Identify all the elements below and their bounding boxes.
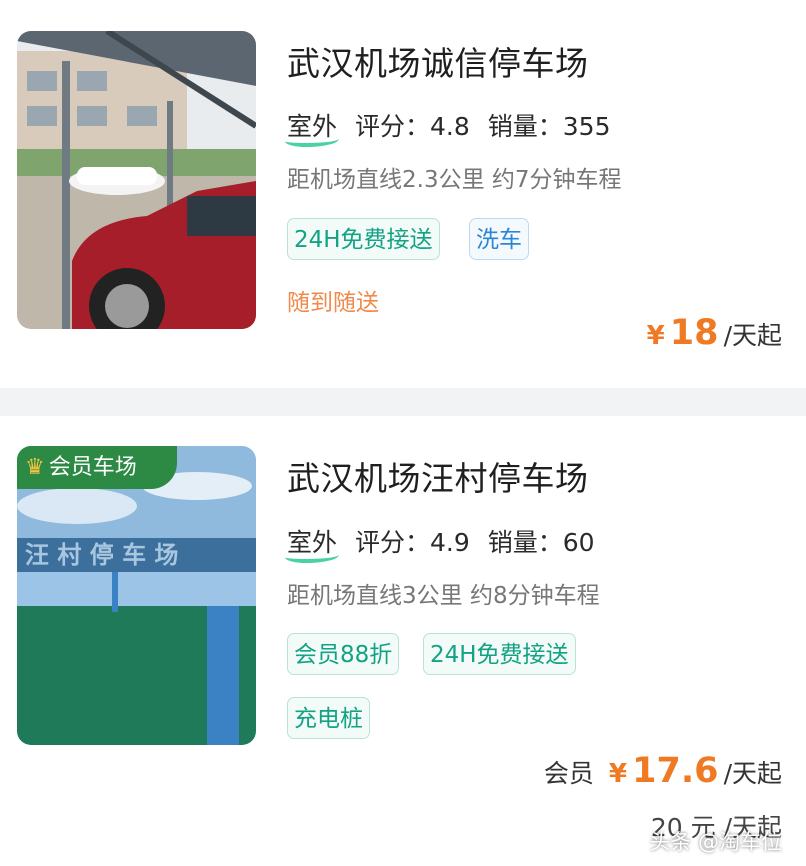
member-price-display: 会员 ¥ 17.6 /天起 <box>544 751 782 791</box>
parking-listing-card[interactable]: 武汉机场诚信停车场 室外 评分：4.8 销量：355 距机场直线2.3公里 约7分钟… <box>0 0 806 388</box>
svg-text:汪 村 停 车 场: 汪 村 停 车 场 <box>25 541 178 569</box>
tag-charging-pile: 充电桩 <box>287 697 370 739</box>
parking-listing-card[interactable]: 汪 村 停 车 场 ♛ 会员车场 武汉机场汪村停车场 室外 评分：4.9 销量：60 … <box>0 416 806 866</box>
price-value: 18 <box>669 313 719 353</box>
outdoor-type-label: 室外 <box>285 107 339 147</box>
member-lot-badge: ♛ 会员车场 <box>17 446 177 489</box>
promo-text: 随到随送 <box>287 290 379 316</box>
price-value: 17.6 <box>632 751 719 791</box>
price-display: ¥ 18 /天起 <box>647 313 782 353</box>
tag-free-shuttle: 24H免费接送 <box>287 218 440 260</box>
tag-car-wash: 洗车 <box>469 218 529 260</box>
rating-label: 评分：4.8 <box>355 112 470 141</box>
parking-lot-photo <box>17 31 256 329</box>
price-unit: /天起 <box>723 759 782 788</box>
rating-label: 评分：4.9 <box>355 528 470 557</box>
tag-member-discount: 会员88折 <box>287 633 400 675</box>
parking-lot-title[interactable]: 武汉机场汪村停车场 <box>287 452 589 500</box>
price-unit: /天起 <box>723 321 782 350</box>
crown-icon: ♛ <box>25 455 45 480</box>
distance-info: 距机场直线2.3公里 约7分钟车程 <box>287 167 622 193</box>
distance-info: 距机场直线3公里 约8分钟车程 <box>287 583 600 609</box>
price-currency: ¥ <box>646 321 665 351</box>
listing-meta: 室外 评分：4.9 销量：60 <box>285 523 595 563</box>
price-currency: ¥ <box>608 759 628 789</box>
watermark: 头条 @淘车位 <box>649 830 782 854</box>
member-price-label: 会员 <box>543 759 594 788</box>
outdoor-type-label: 室外 <box>285 523 339 563</box>
sales-label: 销量：355 <box>487 112 611 141</box>
sales-label: 销量：60 <box>487 528 595 557</box>
tag-free-shuttle: 24H免费接送 <box>423 633 576 675</box>
listing-meta: 室外 评分：4.8 销量：355 <box>285 107 611 147</box>
parking-lot-photo: 汪 村 停 车 场 ♛ 会员车场 <box>17 446 256 745</box>
parking-lot-title[interactable]: 武汉机场诚信停车场 <box>287 37 589 85</box>
